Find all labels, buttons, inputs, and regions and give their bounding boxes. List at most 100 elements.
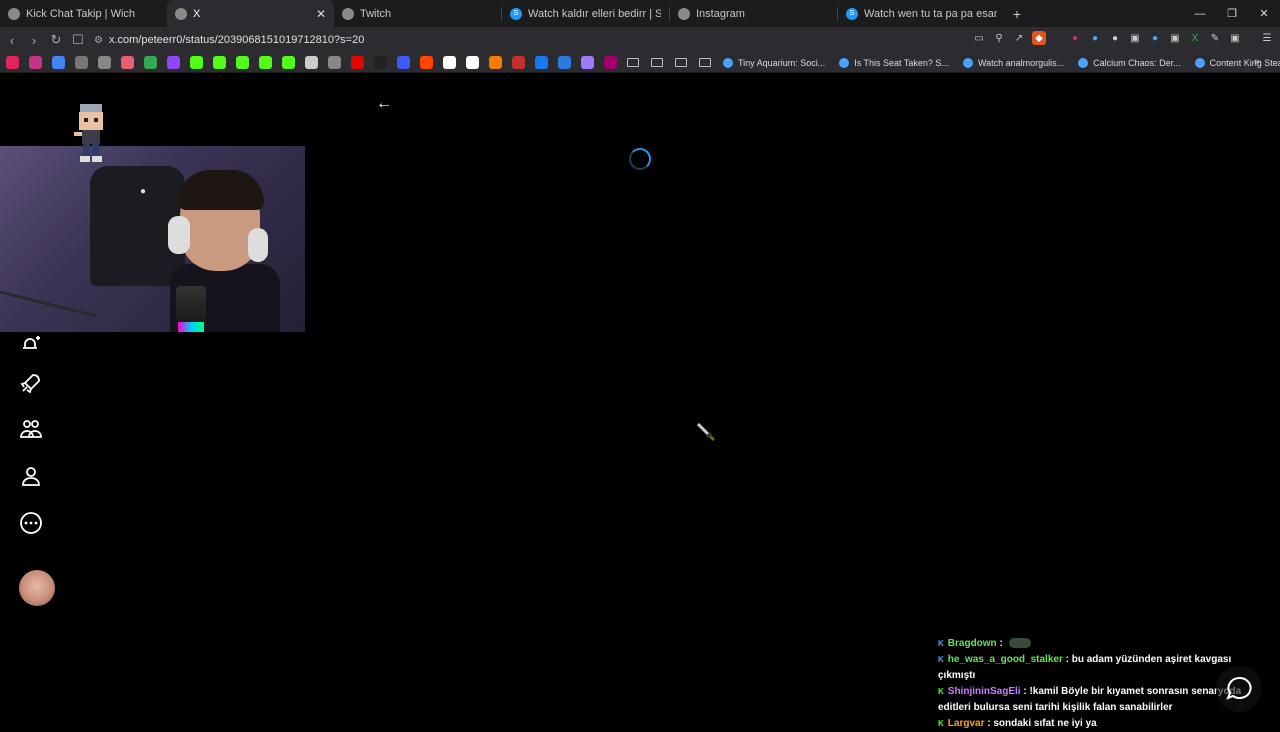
bookmarks-bar: Tiny Aquarium: Soci... Is This Seat Taken… xyxy=(0,53,1280,73)
extension-icon[interactable]: ● xyxy=(1088,31,1102,45)
address-bar[interactable]: ⚙ x.com/peteerr0/status/2039068151019712… xyxy=(88,29,1058,51)
browser-tab[interactable]: X ✕ xyxy=(167,0,334,27)
bookmark-favicon-icon[interactable] xyxy=(98,56,111,69)
reload-button[interactable]: ↻ xyxy=(46,30,66,50)
bookmark-link[interactable]: Watch analmorgulis... xyxy=(962,57,1064,68)
tab-title: X xyxy=(193,7,201,20)
tab-title: Watch kaldır elleri bedirr | Streamable xyxy=(528,7,661,20)
kick-badge-icon: K xyxy=(938,655,944,664)
extension-icon[interactable]: ● xyxy=(1148,31,1162,45)
bookmark-favicon-icon[interactable] xyxy=(167,56,180,69)
bookmark-favicon-icon[interactable] xyxy=(466,56,479,69)
tab-favicon-icon: S xyxy=(846,7,858,20)
bookmark-favicon-icon xyxy=(723,57,733,68)
bookmark-favicon-icon[interactable] xyxy=(305,56,318,69)
extensions-puzzle-icon[interactable]: ✎ xyxy=(1208,31,1222,45)
tab-title: Watch wen tu ta pa pa esannbanill v xyxy=(864,7,997,20)
sidebar-toggle-icon[interactable]: ▣ xyxy=(1228,31,1242,45)
bookmark-link[interactable]: Content King Steam... xyxy=(1194,57,1280,68)
browser-tab[interactable]: Instagram xyxy=(670,0,837,27)
tab-bar: Kick Chat Takip | Wich X ✕ Twitch S Watch kal… xyxy=(0,0,1280,27)
bookmark-favicon-icon[interactable] xyxy=(328,56,341,69)
tab-favicon-icon xyxy=(8,7,20,20)
webcam-overlay: ● xyxy=(0,146,305,332)
menu-icon[interactable]: ☰ xyxy=(1260,31,1274,45)
bookmark-favicon-icon[interactable] xyxy=(374,56,387,69)
extension-icon[interactable]: ▣ xyxy=(1168,31,1182,45)
tab-title: Instagram xyxy=(696,7,745,20)
more-bookmarks-icon[interactable]: » xyxy=(1254,56,1260,68)
extension-icon[interactable]: ● xyxy=(1108,31,1122,45)
bookmark-favicon-icon xyxy=(962,57,973,68)
streamer-hair xyxy=(178,170,264,210)
kick-badge-icon: K xyxy=(938,687,944,696)
browser-tab[interactable]: S Watch wen tu ta pa pa esannbanill v xyxy=(838,0,1005,27)
bookmark-favicon-icon[interactable] xyxy=(535,56,548,69)
bookmark-favicon-icon[interactable] xyxy=(282,56,295,69)
bookmark-link[interactable]: Tiny Aquarium: Soci... xyxy=(723,57,825,68)
zoom-icon[interactable]: ⚲ xyxy=(992,31,1006,45)
bookmark-favicon-icon[interactable] xyxy=(190,56,203,69)
bookmark-folder-icon[interactable] xyxy=(651,58,663,67)
bookmark-favicon-icon[interactable] xyxy=(6,56,19,69)
extension-icon[interactable]: X xyxy=(1188,31,1202,45)
bookmark-favicon-icon[interactable] xyxy=(144,56,157,69)
bookmark-favicon-icon[interactable] xyxy=(489,56,502,69)
headphone-left xyxy=(168,216,190,254)
communities-people-icon[interactable] xyxy=(19,417,43,441)
bookmark-page-icon[interactable]: ☐ xyxy=(68,30,88,50)
bookmark-favicon-icon[interactable] xyxy=(558,56,571,69)
site-info-icon[interactable]: ⚙ xyxy=(94,35,103,46)
browser-tab[interactable]: S Watch kaldır elleri bedirr | Streamable xyxy=(502,0,669,27)
loading-spinner xyxy=(629,148,651,170)
new-tab-button[interactable]: + xyxy=(1005,6,1029,22)
bookmark-favicon-icon[interactable] xyxy=(581,56,594,69)
bookmark-favicon-icon[interactable] xyxy=(121,56,134,69)
brave-shield-icon[interactable]: ◆ xyxy=(1032,31,1046,45)
chat-bubble-icon[interactable] xyxy=(1216,666,1262,712)
tab-title: Twitch xyxy=(360,7,392,20)
more-options-icon[interactable] xyxy=(19,511,43,535)
microphone-rgb-light xyxy=(178,322,204,332)
back-button[interactable]: ‹ xyxy=(2,30,22,50)
bookmark-favicon-icon[interactable] xyxy=(213,56,226,69)
browser-tab[interactable]: Kick Chat Takip | Wich xyxy=(0,0,167,27)
bookmark-favicon-icon[interactable] xyxy=(351,56,364,69)
bookmark-favicon-icon[interactable] xyxy=(443,56,456,69)
share-icon[interactable]: ↗ xyxy=(1012,31,1026,45)
bookmark-link[interactable]: Calcium Chaos: Der... xyxy=(1078,57,1181,68)
tab-close-icon[interactable]: ✕ xyxy=(316,7,326,21)
extension-icon[interactable]: ● xyxy=(1068,31,1082,45)
bookmark-favicon-icon[interactable] xyxy=(420,56,433,69)
close-window-button[interactable]: ✕ xyxy=(1248,0,1280,27)
bookmark-link[interactable]: Is This Seat Taken? S... xyxy=(839,57,949,68)
sword-cursor-icon xyxy=(697,423,715,441)
back-arrow-icon[interactable]: ← xyxy=(376,95,392,113)
bookmark-favicon-icon[interactable] xyxy=(512,56,525,69)
bookmark-favicon-icon[interactable] xyxy=(259,56,272,69)
bookmark-folder-icon[interactable] xyxy=(675,58,687,67)
minimize-button[interactable]: — xyxy=(1184,0,1216,27)
rocket-icon[interactable] xyxy=(19,371,43,395)
forward-button[interactable]: › xyxy=(24,30,44,50)
kick-badge-icon: K xyxy=(938,719,944,728)
bookmark-favicon-icon xyxy=(839,57,850,68)
bookmark-label: Is This Seat Taken? S... xyxy=(854,57,949,68)
bookmark-favicon-icon[interactable] xyxy=(29,56,42,69)
browser-tab[interactable]: Twitch xyxy=(334,0,501,27)
bookmark-favicon-icon[interactable] xyxy=(52,56,65,69)
bookmark-folder-icon[interactable] xyxy=(699,58,711,67)
maximize-button[interactable]: ❐ xyxy=(1216,0,1248,27)
bookmark-folder-icon[interactable] xyxy=(627,58,639,67)
bookmark-favicon-icon[interactable] xyxy=(75,56,88,69)
cast-icon[interactable]: ▭ xyxy=(972,31,986,45)
tab-favicon-icon xyxy=(175,7,187,20)
bookmark-favicon-icon[interactable] xyxy=(604,56,617,69)
chat-message: K Bragdown : xyxy=(938,636,1268,652)
account-avatar[interactable] xyxy=(19,570,55,606)
bookmark-favicon-icon[interactable] xyxy=(397,56,410,69)
profile-icon[interactable] xyxy=(19,464,43,488)
bookmark-favicon-icon[interactable] xyxy=(236,56,249,69)
extension-icon[interactable]: ▣ xyxy=(1128,31,1142,45)
chair-logo: ● xyxy=(140,186,147,197)
